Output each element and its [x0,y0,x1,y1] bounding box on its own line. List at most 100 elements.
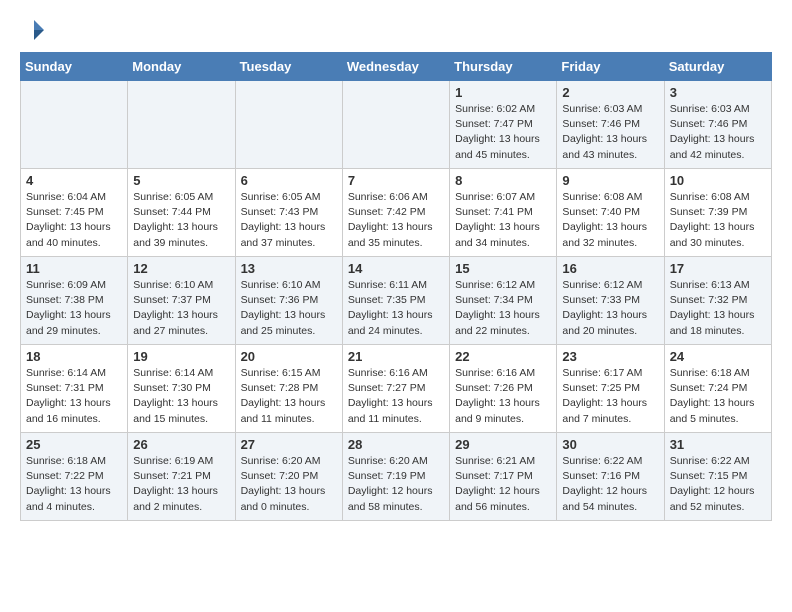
cell-content: Sunrise: 6:05 AMSunset: 7:43 PMDaylight:… [241,190,337,251]
day-header-wednesday: Wednesday [342,53,449,81]
cell-line: Sunrise: 6:04 AM [26,191,106,203]
calendar-cell: 29Sunrise: 6:21 AMSunset: 7:17 PMDayligh… [450,433,557,521]
calendar-week-row: 25Sunrise: 6:18 AMSunset: 7:22 PMDayligh… [21,433,772,521]
cell-line: Sunrise: 6:03 AM [562,103,642,115]
cell-line: Sunrise: 6:15 AM [241,367,321,379]
calendar-cell: 31Sunrise: 6:22 AMSunset: 7:15 PMDayligh… [664,433,771,521]
calendar-week-row: 1Sunrise: 6:02 AMSunset: 7:47 PMDaylight… [21,81,772,169]
cell-line: Sunset: 7:43 PM [241,206,319,218]
logo-icon [20,16,48,44]
day-number: 23 [562,349,658,364]
calendar-cell [342,81,449,169]
cell-line: and 4 minutes. [26,501,95,513]
cell-content: Sunrise: 6:02 AMSunset: 7:47 PMDaylight:… [455,102,551,163]
cell-line: Sunset: 7:45 PM [26,206,104,218]
cell-line: Sunrise: 6:17 AM [562,367,642,379]
cell-line: Daylight: 13 hours [455,309,540,321]
cell-line: Sunrise: 6:14 AM [26,367,106,379]
calendar-cell: 15Sunrise: 6:12 AMSunset: 7:34 PMDayligh… [450,257,557,345]
cell-line: Sunset: 7:15 PM [670,470,748,482]
cell-line: and 0 minutes. [241,501,310,513]
cell-line: and 29 minutes. [26,325,101,337]
cell-line: and 30 minutes. [670,237,745,249]
cell-line: Sunset: 7:27 PM [348,382,426,394]
cell-content: Sunrise: 6:21 AMSunset: 7:17 PMDaylight:… [455,454,551,515]
cell-line: Sunrise: 6:14 AM [133,367,213,379]
day-number: 26 [133,437,229,452]
cell-content: Sunrise: 6:20 AMSunset: 7:20 PMDaylight:… [241,454,337,515]
cell-line: Sunrise: 6:20 AM [241,455,321,467]
day-number: 12 [133,261,229,276]
cell-line: Sunset: 7:39 PM [670,206,748,218]
cell-line: Sunrise: 6:20 AM [348,455,428,467]
cell-content: Sunrise: 6:22 AM Sunset: 7:16 PM Daylight:… [562,454,658,515]
calendar-cell: 4Sunrise: 6:04 AMSunset: 7:45 PMDaylight… [21,169,128,257]
calendar-cell [128,81,235,169]
calendar-cell: 6Sunrise: 6:05 AMSunset: 7:43 PMDaylight… [235,169,342,257]
cell-line: and 39 minutes. [133,237,208,249]
cell-line: and 52 minutes. [670,501,745,513]
cell-content: Sunrise: 6:20 AMSunset: 7:19 PMDaylight:… [348,454,444,515]
cell-line: Sunrise: 6:08 AM [562,191,642,203]
cell-content: Sunrise: 6:14 AMSunset: 7:31 PMDaylight:… [26,366,122,427]
page-header [20,16,772,44]
cell-content: Sunrise: 6:07 AMSunset: 7:41 PMDaylight:… [455,190,551,251]
cell-line: Sunrise: 6:07 AM [455,191,535,203]
cell-line: Daylight: 13 hours [241,309,326,321]
cell-line: Daylight: 13 hours [348,221,433,233]
calendar-cell: 16Sunrise: 6:12 AMSunset: 7:33 PMDayligh… [557,257,664,345]
cell-line: Sunset: 7:36 PM [241,294,319,306]
cell-line: Sunrise: 6:21 AM [455,455,535,467]
calendar-cell: 11Sunrise: 6:09 AMSunset: 7:38 PMDayligh… [21,257,128,345]
cell-line: Sunrise: 6:18 AM [670,367,750,379]
cell-line: and 20 minutes. [562,325,637,337]
cell-line: and 11 minutes. [348,413,422,425]
cell-line: Daylight: 13 hours [562,309,647,321]
cell-content: Sunrise: 6:10 AMSunset: 7:37 PMDaylight:… [133,278,229,339]
cell-line: Sunset: 7:26 PM [455,382,533,394]
cell-line: and 25 minutes. [241,325,316,337]
cell-content: Sunrise: 6:14 AMSunset: 7:30 PMDaylight:… [133,366,229,427]
calendar-cell: 13Sunrise: 6:10 AMSunset: 7:36 PMDayligh… [235,257,342,345]
cell-line: Sunset: 7:16 PM [562,470,640,482]
cell-line: and 22 minutes. [455,325,530,337]
calendar-cell: 23Sunrise: 6:17 AMSunset: 7:25 PMDayligh… [557,345,664,433]
cell-line: Sunrise: 6:11 AM [348,279,427,291]
day-number: 27 [241,437,337,452]
cell-line: Sunrise: 6:22 AM [562,455,642,467]
cell-line: and 43 minutes. [562,149,637,161]
cell-content: Sunrise: 6:16 AMSunset: 7:26 PMDaylight:… [455,366,551,427]
cell-line: and 32 minutes. [562,237,637,249]
calendar-cell: 9Sunrise: 6:08 AMSunset: 7:40 PMDaylight… [557,169,664,257]
cell-line: Sunrise: 6:18 AM [26,455,106,467]
cell-line: and 18 minutes. [670,325,745,337]
calendar-cell: 8Sunrise: 6:07 AMSunset: 7:41 PMDaylight… [450,169,557,257]
calendar-cell: 3Sunrise: 6:03 AMSunset: 7:46 PMDaylight… [664,81,771,169]
cell-line: Sunrise: 6:12 AM [455,279,535,291]
cell-content: Sunrise: 6:22 AMSunset: 7:15 PMDaylight:… [670,454,766,515]
cell-line: Daylight: 13 hours [133,397,218,409]
cell-line: Daylight: 13 hours [241,397,326,409]
cell-line: Daylight: 13 hours [455,133,540,145]
calendar-cell: 25Sunrise: 6:18 AMSunset: 7:22 PMDayligh… [21,433,128,521]
cell-line: and 34 minutes. [455,237,530,249]
cell-line: Sunset: 7:46 PM [670,118,748,130]
cell-line: and 24 minutes. [348,325,423,337]
calendar-week-row: 4 Sunrise: 6:04 AM Sunset: 7:45 PM Daylight… [21,169,772,257]
cell-line: Sunrise: 6:02 AM [455,103,535,115]
cell-line: Daylight: 13 hours [26,397,111,409]
day-number: 19 [133,349,229,364]
calendar-cell: 7Sunrise: 6:06 AMSunset: 7:42 PMDaylight… [342,169,449,257]
day-number: 4 [26,173,122,188]
cell-line: Daylight: 12 hours [562,485,647,497]
calendar-cell: 21Sunrise: 6:16 AMSunset: 7:27 PMDayligh… [342,345,449,433]
cell-line: Sunrise: 6:19 AM [133,455,213,467]
day-header-thursday: Thursday [450,53,557,81]
day-number: 11 [26,261,122,276]
cell-line: Sunrise: 6:22 AM [670,455,750,467]
cell-line: Daylight: 13 hours [670,397,755,409]
cell-line: Daylight: 13 hours [133,309,218,321]
cell-content: Sunrise: 6:03 AMSunset: 7:46 PMDaylight:… [562,102,658,163]
cell-line: Sunrise: 6:03 AM [670,103,750,115]
cell-line: Daylight: 13 hours [670,309,755,321]
